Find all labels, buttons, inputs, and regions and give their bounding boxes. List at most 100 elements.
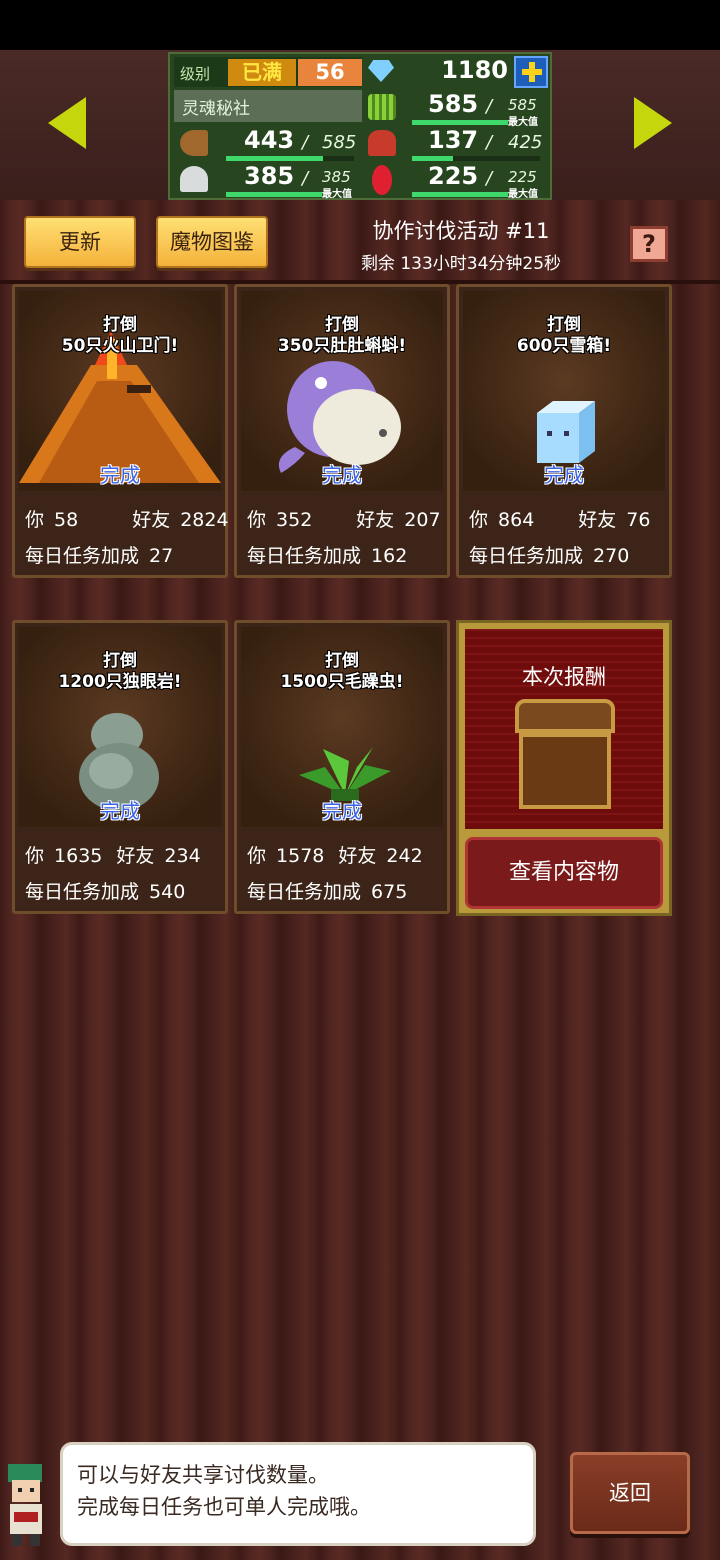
quest-counts: 你 58 好友 2824 [25,505,229,532]
ruby-count: 225 [428,162,479,190]
refresh-button[interactable]: 更新 [24,216,136,268]
quest-daily: 每日任务加成 270 [469,541,629,568]
quest-title: 打倒 350只肚肚蝌蚪! [241,315,443,357]
friend-label: 好友 [338,845,377,867]
ore-max: 385 [322,168,351,186]
diamond-icon [368,60,394,82]
quest-card[interactable]: 打倒 50只火山卫门! 完成 你 58 好友 2824 每日任务加成 27 [12,284,229,578]
quest-card-art: 打倒 1200只独眼岩! 完成 [19,627,221,827]
quest-title: 打倒 1500只毛躁虫! [241,651,443,693]
quest-counts: 你 1635 好友 234 [25,841,201,868]
next-arrow-icon[interactable] [634,97,672,149]
you-label: 你 [25,845,45,867]
people-bar [412,156,540,161]
friend-count: 2824 [180,509,229,531]
quest-title-line2: 1500只毛躁虫! [280,672,404,692]
hud-row-level: 级别 已满 56 1180 [170,54,550,90]
ore-bar [226,192,322,197]
quest-card[interactable]: 打倒 1500只毛躁虫! 完成 你 1578 好友 242 每日任务加成 675 [234,620,450,914]
quest-daily: 每日任务加成 675 [247,877,407,904]
daily-label: 每日任务加成 [247,545,362,567]
quest-status: 完成 [322,463,362,487]
resource-hud: 级别 已满 56 1180 灵魂秘社 585 / 585 最大值 443 / 5… [168,52,552,200]
club-name: 灵魂秘社 [174,90,362,122]
event-time-left: 剩余 133小时34分钟25秒 [360,254,562,274]
you-label: 你 [247,845,267,867]
hud-row-ore: 385 / 385 最大值 225 / 225 最大值 [170,162,550,200]
daily-bonus: 675 [371,881,408,903]
quest-card[interactable]: 打倒 1200只独眼岩! 完成 你 1635 好友 234 每日任务加成 540 [12,620,228,914]
wood-icon [180,130,208,156]
monster-book-button[interactable]: 魔物图鉴 [156,216,268,268]
people-count: 137 [428,126,479,154]
friend-count: 242 [386,845,423,867]
grass-count: 585 [428,90,479,118]
quest-title-line1: 打倒 [325,651,359,671]
level-value: 56 [298,59,362,86]
quest-title-line2: 600只雪箱! [516,336,612,356]
hud-row-wood: 443 / 585 137 / 425 [170,126,550,162]
quest-title-line2: 1200只独眼岩! [58,672,182,692]
quest-title-line2: 350只肚肚蝌蚪! [277,336,407,356]
ore-slash: / [302,168,309,189]
ruby-max: 225 [508,168,537,186]
quest-daily: 每日任务加成 162 [247,541,407,568]
tip-bubble: 可以与好友共享讨伐数量。 完成每日任务也可单人完成哦。 [60,1442,536,1546]
guide-character-avatar [0,1446,56,1550]
quest-title-line1: 打倒 [325,315,359,335]
quest-title-line1: 打倒 [103,651,137,671]
quest-status: 完成 [100,799,140,823]
you-label: 你 [469,509,489,531]
add-gems-button[interactable] [514,56,548,88]
wood-bar [226,156,354,161]
you-count: 1635 [54,845,103,867]
friend-label: 好友 [578,509,617,531]
reward-card: 本次报酬 查看内容物 [456,620,672,916]
quest-counts: 你 352 好友 207 [247,505,441,532]
grass-slash: / [486,96,493,117]
tip-line1: 可以与好友共享讨伐数量。 [77,1463,329,1487]
friend-count: 207 [404,509,441,531]
ore-max-tag: 最大值 [322,189,352,200]
back-button[interactable]: 返回 [570,1452,690,1534]
friend-label: 好友 [116,845,155,867]
quest-daily: 每日任务加成 27 [25,541,173,568]
level-label: 级别 [180,65,211,83]
view-contents-button[interactable]: 查看内容物 [465,837,663,909]
quest-card[interactable]: 打倒 600只雪箱! 完成 你 864 好友 76 每日任务加成 270 [456,284,672,578]
villagers-icon [368,130,396,156]
ruby-slash: / [486,168,493,189]
quest-title: 打倒 50只火山卫门! [19,315,221,357]
you-label: 你 [25,509,45,531]
quest-card-art: 打倒 50只火山卫门! 完成 [19,291,221,491]
previous-arrow-icon[interactable] [48,97,86,149]
you-count: 1578 [276,845,325,867]
help-button[interactable]: ? [630,226,668,262]
status-bar [0,0,720,50]
ruby-max-tag: 最大值 [508,189,538,200]
daily-label: 每日任务加成 [469,545,584,567]
friend-label: 好友 [356,509,395,531]
quest-card-art: 打倒 600只雪箱! 完成 [463,291,665,491]
quest-card-art: 打倒 350只肚肚蝌蚪! 完成 [241,291,443,491]
daily-bonus: 270 [593,545,630,567]
you-count: 864 [498,509,535,531]
daily-label: 每日任务加成 [247,881,362,903]
quest-card-art: 打倒 1500只毛躁虫! 完成 [241,627,443,827]
quest-daily: 每日任务加成 540 [25,877,185,904]
quest-status: 完成 [544,463,584,487]
daily-label: 每日任务加成 [25,881,140,903]
wood-count: 443 [244,126,295,154]
people-max: 425 [508,132,543,153]
daily-label: 每日任务加成 [25,545,140,567]
quest-card[interactable]: 打倒 350只肚肚蝌蚪! 完成 你 352 好友 207 每日任务加成 162 [234,284,450,578]
quest-title-line1: 打倒 [103,315,137,335]
friend-label: 好友 [132,509,171,531]
daily-bonus: 540 [149,881,186,903]
grass-max: 585 [508,96,537,114]
daily-bonus: 27 [149,545,174,567]
quest-title: 打倒 1200只独眼岩! [19,651,221,693]
grass-bar [412,120,508,125]
daily-bonus: 162 [371,545,408,567]
quest-title-line1: 打倒 [547,315,581,335]
